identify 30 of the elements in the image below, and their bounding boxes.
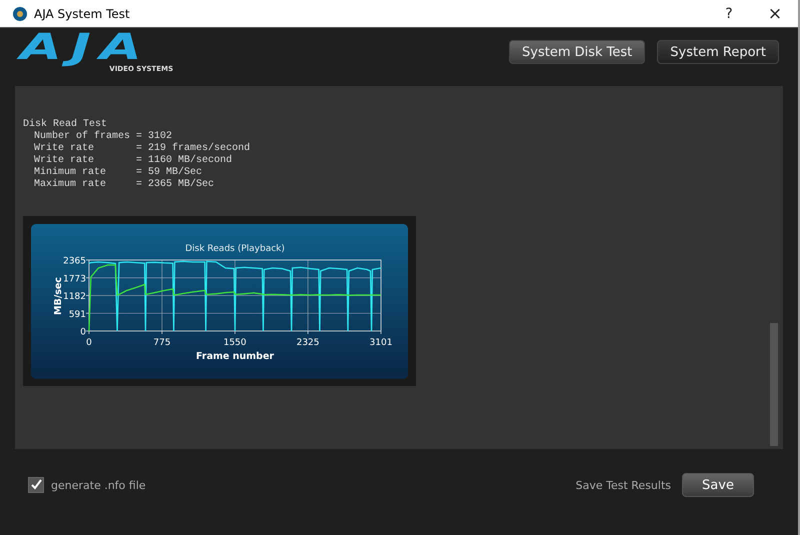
scrollbar-thumb[interactable]	[770, 323, 778, 446]
window-title: AJA System Test	[34, 6, 130, 20]
close-button[interactable]: ×	[752, 0, 798, 27]
result-line: Write rate = 219 frames/second	[33, 143, 252, 154]
y-tick-label: 0	[80, 328, 86, 338]
y-tick-label: 591	[68, 310, 86, 320]
x-axis-title: Frame number	[196, 351, 274, 362]
y-axis-title: MB/sec	[53, 277, 64, 315]
result-line: Minimum rate = 59 MB/Sec	[33, 167, 204, 178]
y-tick-label: 1773	[63, 274, 86, 284]
x-tick-label: 775	[153, 338, 171, 348]
result-line: Number of frames = 3102	[33, 131, 174, 142]
y-tick-label: 2365	[63, 256, 86, 266]
result-line: Maximum rate = 2365 MB/Sec	[33, 179, 216, 191]
x-tick-label: 0	[86, 338, 92, 348]
app-icon	[13, 6, 27, 20]
header-button[interactable]: System Disk Test	[509, 40, 646, 64]
x-tick-label: 3101	[370, 338, 392, 348]
nfo-checkbox[interactable]	[28, 477, 44, 493]
results-heading: Disk Read Test	[23, 119, 108, 130]
x-tick-label: 2325	[296, 338, 320, 348]
result-line: Write rate = 1160 MB/second	[33, 155, 234, 166]
save-button[interactable]: Save	[682, 473, 754, 497]
chart-title: Disk Reads (Playback)	[185, 244, 285, 254]
x-tick-label: 1550	[224, 338, 246, 348]
checkbox-label: generate .nfo file	[51, 478, 146, 492]
y-tick-label: 1182	[63, 292, 86, 302]
save-label: Save Test Results	[576, 478, 671, 492]
header-button[interactable]: System Report	[657, 40, 779, 64]
help-button[interactable]: ?	[706, 0, 752, 27]
